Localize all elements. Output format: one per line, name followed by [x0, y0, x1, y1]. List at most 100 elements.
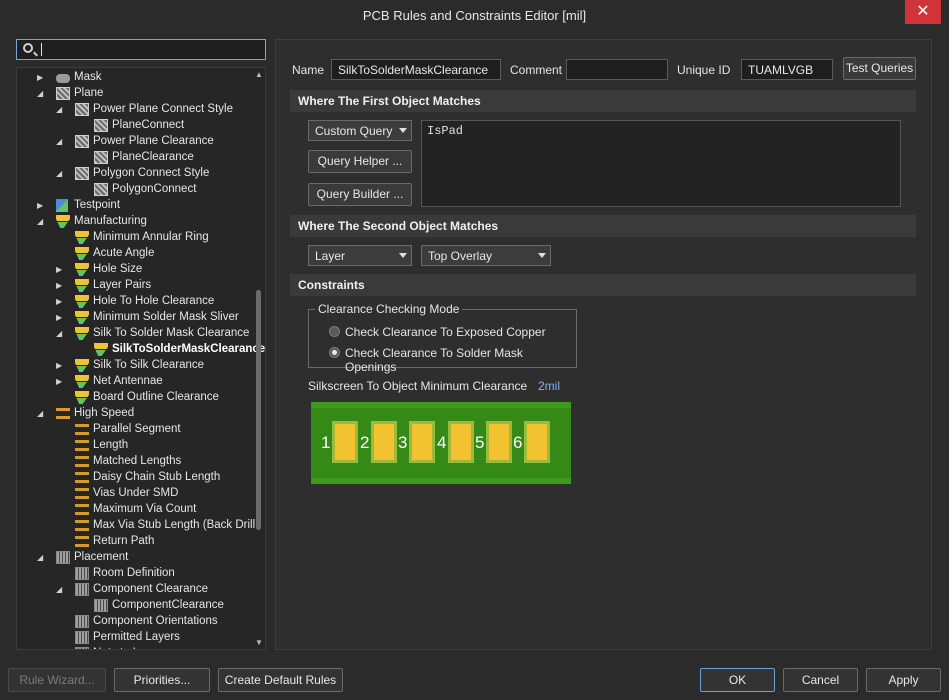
expand-arrow-icon[interactable]: ▶ [56, 265, 64, 275]
collapse-arrow-icon[interactable]: ◢ [56, 137, 64, 147]
rules-tree[interactable]: ▶ Mask ◢ Plane ◢ Power Plane Connect Style Pla… [16, 67, 266, 650]
tree-item[interactable]: ▶ Silk To Silk Clearance [17, 358, 257, 374]
cancel-button[interactable]: Cancel [783, 668, 858, 692]
radio-dot[interactable] [329, 326, 340, 337]
comment-field[interactable] [566, 59, 668, 80]
radio-solder-mask-openings[interactable]: Check Clearance To Solder Mask Openings [329, 345, 569, 374]
tree-item[interactable]: ▶ Layer Pairs [17, 278, 257, 294]
tree-item[interactable]: Acute Angle [17, 246, 257, 262]
tree-item[interactable]: Permitted Layers [17, 630, 257, 646]
pad [451, 424, 471, 460]
tree-item[interactable]: Daisy Chain Stub Length [17, 470, 257, 486]
name-field[interactable]: SilkToSolderMaskClearance [331, 59, 501, 80]
first-object-type-dropdown[interactable]: Custom Query [308, 120, 412, 141]
collapse-arrow-icon[interactable]: ◢ [56, 329, 64, 339]
collapse-arrow-icon[interactable]: ◢ [56, 585, 64, 595]
tree-item[interactable]: ◢ Polygon Connect Style [17, 166, 257, 182]
tree-item[interactable]: PolygonConnect [17, 182, 257, 198]
tree-item[interactable]: ▶ Hole To Hole Clearance [17, 294, 257, 310]
layer-dropdown[interactable]: Top Overlay [421, 245, 551, 266]
tree-item[interactable]: Return Path [17, 534, 257, 550]
tree-item[interactable]: ◢ Power Plane Clearance [17, 134, 257, 150]
tree-item[interactable]: Vias Under SMD [17, 486, 257, 502]
expand-arrow-icon[interactable]: ▶ [56, 361, 64, 371]
scroll-thumb[interactable] [256, 290, 261, 530]
tree-item[interactable]: ◢ High Speed [17, 406, 257, 422]
placement-icon [75, 615, 89, 628]
collapse-arrow-icon[interactable]: ◢ [56, 105, 64, 115]
apply-button[interactable]: Apply [866, 668, 941, 692]
tree-item[interactable]: Board Outline Clearance [17, 390, 257, 406]
tree-item[interactable]: Room Definition [17, 566, 257, 582]
collapse-arrow-icon[interactable]: ◢ [37, 89, 45, 99]
silkscreen-clearance-value[interactable]: 2mil [538, 379, 560, 393]
tree-scrollbar[interactable]: ▲ ▼ [254, 68, 264, 649]
unique-id-field[interactable]: TUAMLVGB [741, 59, 833, 80]
manufacturing-icon [75, 391, 89, 404]
tree-item[interactable]: PlaneClearance [17, 150, 257, 166]
search-icon [23, 43, 33, 53]
second-object-type-dropdown[interactable]: Layer [308, 245, 412, 266]
tree-item-label: Permitted Layers [93, 631, 180, 643]
query-editor[interactable]: IsPad [421, 120, 901, 207]
tree-item-label: Parallel Segment [93, 423, 181, 435]
tree-item[interactable]: ◢ Silk To Solder Mask Clearance [17, 326, 257, 342]
tree-item-label: Silk To Silk Clearance [93, 359, 205, 371]
expand-arrow-icon[interactable]: ▶ [37, 73, 45, 83]
tree-item[interactable]: Maximum Via Count [17, 502, 257, 518]
tree-item[interactable]: ▶ Net Antennae [17, 374, 257, 390]
query-builder-button[interactable]: Query Builder ... [308, 183, 412, 206]
tree-item-label: Net Antennae [93, 375, 163, 387]
tree-item[interactable]: ComponentClearance [17, 598, 257, 614]
placement-icon [56, 551, 70, 564]
expand-arrow-icon[interactable]: ▶ [56, 297, 64, 307]
tree-item[interactable]: ▶ Hole Size [17, 262, 257, 278]
tree-item[interactable]: ▶ Mask [17, 70, 257, 86]
create-default-rules-button[interactable]: Create Default Rules [218, 668, 343, 692]
tree-item[interactable]: ◢ Manufacturing [17, 214, 257, 230]
high-speed-icon [75, 488, 89, 499]
tree-item[interactable]: ◢ Power Plane Connect Style [17, 102, 257, 118]
expand-arrow-icon[interactable]: ▶ [56, 281, 64, 291]
tree-item[interactable]: ◢ Plane [17, 86, 257, 102]
tree-item[interactable]: Parallel Segment [17, 422, 257, 438]
placement-icon [94, 599, 108, 612]
tree-item[interactable]: Nets to Ignore [17, 646, 257, 649]
collapse-arrow-icon[interactable]: ◢ [37, 409, 45, 419]
tree-item[interactable]: Minimum Annular Ring [17, 230, 257, 246]
tree-item[interactable]: SilkToSolderMaskClearance [17, 342, 265, 358]
tree-item[interactable]: Length [17, 438, 257, 454]
scroll-up-arrow[interactable]: ▲ [255, 70, 263, 79]
tree-item[interactable]: Matched Lengths [17, 454, 257, 470]
search-input[interactable] [16, 39, 266, 60]
tree-item[interactable]: ◢ Component Clearance [17, 582, 257, 598]
close-button[interactable]: ✕ [905, 0, 941, 24]
tree-item[interactable]: ▶ Testpoint [17, 198, 257, 214]
test-queries-button[interactable]: Test Queries [843, 57, 916, 80]
tree-item[interactable]: Max Via Stub Length (Back Drill [17, 518, 257, 534]
expand-arrow-icon[interactable]: ▶ [56, 313, 64, 323]
ok-button[interactable]: OK [700, 668, 775, 692]
radio-exposed-copper[interactable]: Check Clearance To Exposed Copper [329, 324, 569, 340]
high-speed-icon [75, 456, 89, 467]
expand-arrow-icon[interactable]: ▶ [37, 201, 45, 211]
priorities-button[interactable]: Priorities... [114, 668, 210, 692]
tree-item[interactable]: ▶ Minimum Solder Mask Sliver [17, 310, 257, 326]
tree-item-label: Placement [74, 551, 129, 563]
rule-wizard-button[interactable]: Rule Wizard... [8, 668, 106, 692]
radio-label: Check Clearance To Solder Mask Openings [345, 346, 523, 374]
radio-dot[interactable] [329, 347, 340, 358]
collapse-arrow-icon[interactable]: ◢ [56, 169, 64, 179]
grid-icon [75, 103, 89, 116]
tree-item[interactable]: Component Orientations [17, 614, 257, 630]
tree-item[interactable]: PlaneConnect [17, 118, 257, 134]
expand-arrow-icon[interactable]: ▶ [56, 377, 64, 387]
query-helper-button[interactable]: Query Helper ... [308, 150, 412, 173]
tree-item[interactable]: ◢ Placement [17, 550, 257, 566]
placement-icon [75, 583, 89, 596]
collapse-arrow-icon[interactable]: ◢ [37, 553, 45, 563]
tree-item-label: Layer Pairs [93, 279, 152, 291]
scroll-down-arrow[interactable]: ▼ [255, 638, 263, 647]
grid-icon [75, 167, 89, 180]
collapse-arrow-icon[interactable]: ◢ [37, 217, 45, 227]
